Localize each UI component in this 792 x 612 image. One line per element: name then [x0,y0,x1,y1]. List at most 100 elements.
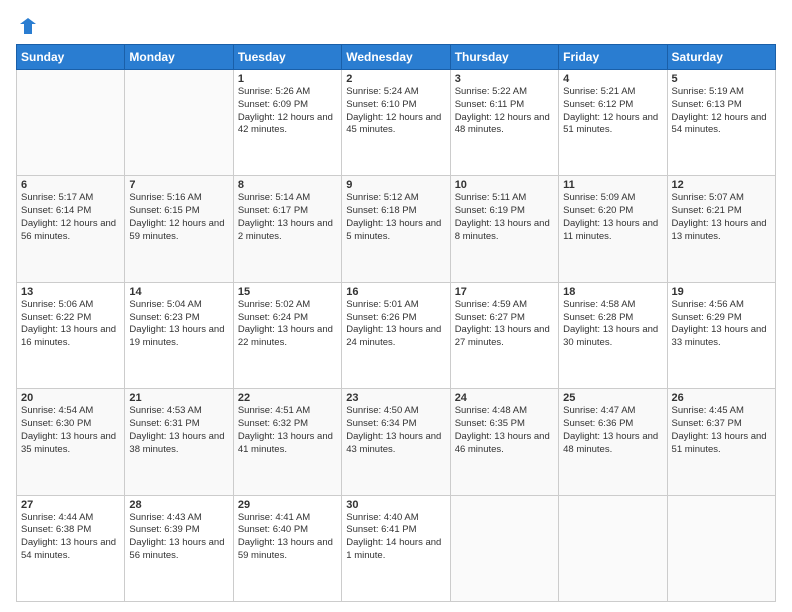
day-number: 21 [129,392,228,404]
calendar-cell: 1Sunrise: 5:26 AM Sunset: 6:09 PM Daylig… [233,70,341,176]
calendar-cell: 11Sunrise: 5:09 AM Sunset: 6:20 PM Dayli… [559,176,667,282]
calendar-cell: 26Sunrise: 4:45 AM Sunset: 6:37 PM Dayli… [667,389,775,495]
day-info: Sunrise: 5:19 AM Sunset: 6:13 PM Dayligh… [672,86,771,137]
calendar-cell: 18Sunrise: 4:58 AM Sunset: 6:28 PM Dayli… [559,282,667,388]
day-info: Sunrise: 5:24 AM Sunset: 6:10 PM Dayligh… [346,86,445,137]
calendar-cell: 16Sunrise: 5:01 AM Sunset: 6:26 PM Dayli… [342,282,450,388]
calendar-cell [17,70,125,176]
day-number: 11 [563,179,662,191]
calendar-week-2: 13Sunrise: 5:06 AM Sunset: 6:22 PM Dayli… [17,282,776,388]
day-number: 27 [21,499,120,511]
day-info: Sunrise: 4:54 AM Sunset: 6:30 PM Dayligh… [21,405,120,456]
col-header-thursday: Thursday [450,45,558,70]
calendar-cell [559,495,667,601]
calendar-header-row: SundayMondayTuesdayWednesdayThursdayFrid… [17,45,776,70]
calendar-cell: 20Sunrise: 4:54 AM Sunset: 6:30 PM Dayli… [17,389,125,495]
day-info: Sunrise: 4:43 AM Sunset: 6:39 PM Dayligh… [129,512,228,563]
day-number: 7 [129,179,228,191]
day-info: Sunrise: 5:09 AM Sunset: 6:20 PM Dayligh… [563,192,662,243]
day-info: Sunrise: 5:12 AM Sunset: 6:18 PM Dayligh… [346,192,445,243]
day-number: 17 [455,286,554,298]
calendar-week-3: 20Sunrise: 4:54 AM Sunset: 6:30 PM Dayli… [17,389,776,495]
day-info: Sunrise: 4:51 AM Sunset: 6:32 PM Dayligh… [238,405,337,456]
col-header-friday: Friday [559,45,667,70]
day-info: Sunrise: 4:50 AM Sunset: 6:34 PM Dayligh… [346,405,445,456]
day-number: 1 [238,73,337,85]
calendar-cell: 5Sunrise: 5:19 AM Sunset: 6:13 PM Daylig… [667,70,775,176]
day-number: 30 [346,499,445,511]
day-number: 26 [672,392,771,404]
calendar-cell: 8Sunrise: 5:14 AM Sunset: 6:17 PM Daylig… [233,176,341,282]
col-header-wednesday: Wednesday [342,45,450,70]
day-number: 25 [563,392,662,404]
day-info: Sunrise: 4:56 AM Sunset: 6:29 PM Dayligh… [672,299,771,350]
day-number: 15 [238,286,337,298]
day-info: Sunrise: 4:58 AM Sunset: 6:28 PM Dayligh… [563,299,662,350]
day-number: 23 [346,392,445,404]
day-info: Sunrise: 4:59 AM Sunset: 6:27 PM Dayligh… [455,299,554,350]
day-info: Sunrise: 5:16 AM Sunset: 6:15 PM Dayligh… [129,192,228,243]
calendar-cell: 17Sunrise: 4:59 AM Sunset: 6:27 PM Dayli… [450,282,558,388]
day-number: 6 [21,179,120,191]
day-number: 9 [346,179,445,191]
day-number: 14 [129,286,228,298]
logo-flag-icon [18,16,38,36]
day-number: 18 [563,286,662,298]
calendar-cell: 9Sunrise: 5:12 AM Sunset: 6:18 PM Daylig… [342,176,450,282]
calendar-cell: 15Sunrise: 5:02 AM Sunset: 6:24 PM Dayli… [233,282,341,388]
day-info: Sunrise: 5:04 AM Sunset: 6:23 PM Dayligh… [129,299,228,350]
day-info: Sunrise: 4:47 AM Sunset: 6:36 PM Dayligh… [563,405,662,456]
calendar-cell: 10Sunrise: 5:11 AM Sunset: 6:19 PM Dayli… [450,176,558,282]
day-number: 16 [346,286,445,298]
calendar-cell: 28Sunrise: 4:43 AM Sunset: 6:39 PM Dayli… [125,495,233,601]
logo [16,16,38,36]
day-number: 28 [129,499,228,511]
day-number: 3 [455,73,554,85]
day-number: 4 [563,73,662,85]
day-number: 13 [21,286,120,298]
calendar-cell: 21Sunrise: 4:53 AM Sunset: 6:31 PM Dayli… [125,389,233,495]
calendar-cell: 14Sunrise: 5:04 AM Sunset: 6:23 PM Dayli… [125,282,233,388]
calendar-cell: 12Sunrise: 5:07 AM Sunset: 6:21 PM Dayli… [667,176,775,282]
day-info: Sunrise: 4:45 AM Sunset: 6:37 PM Dayligh… [672,405,771,456]
calendar-cell: 3Sunrise: 5:22 AM Sunset: 6:11 PM Daylig… [450,70,558,176]
col-header-monday: Monday [125,45,233,70]
day-number: 22 [238,392,337,404]
calendar-week-1: 6Sunrise: 5:17 AM Sunset: 6:14 PM Daylig… [17,176,776,282]
calendar-cell: 30Sunrise: 4:40 AM Sunset: 6:41 PM Dayli… [342,495,450,601]
calendar-table: SundayMondayTuesdayWednesdayThursdayFrid… [16,44,776,602]
day-info: Sunrise: 5:07 AM Sunset: 6:21 PM Dayligh… [672,192,771,243]
day-number: 5 [672,73,771,85]
day-info: Sunrise: 4:53 AM Sunset: 6:31 PM Dayligh… [129,405,228,456]
day-info: Sunrise: 4:41 AM Sunset: 6:40 PM Dayligh… [238,512,337,563]
day-info: Sunrise: 4:44 AM Sunset: 6:38 PM Dayligh… [21,512,120,563]
day-number: 20 [21,392,120,404]
calendar-cell: 13Sunrise: 5:06 AM Sunset: 6:22 PM Dayli… [17,282,125,388]
page: SundayMondayTuesdayWednesdayThursdayFrid… [0,0,792,612]
day-info: Sunrise: 5:14 AM Sunset: 6:17 PM Dayligh… [238,192,337,243]
col-header-tuesday: Tuesday [233,45,341,70]
day-number: 19 [672,286,771,298]
day-info: Sunrise: 5:26 AM Sunset: 6:09 PM Dayligh… [238,86,337,137]
day-info: Sunrise: 4:48 AM Sunset: 6:35 PM Dayligh… [455,405,554,456]
col-header-sunday: Sunday [17,45,125,70]
calendar-cell: 19Sunrise: 4:56 AM Sunset: 6:29 PM Dayli… [667,282,775,388]
day-info: Sunrise: 5:11 AM Sunset: 6:19 PM Dayligh… [455,192,554,243]
calendar-cell: 23Sunrise: 4:50 AM Sunset: 6:34 PM Dayli… [342,389,450,495]
day-number: 24 [455,392,554,404]
day-info: Sunrise: 5:22 AM Sunset: 6:11 PM Dayligh… [455,86,554,137]
calendar-cell: 2Sunrise: 5:24 AM Sunset: 6:10 PM Daylig… [342,70,450,176]
calendar-cell [450,495,558,601]
calendar-cell: 4Sunrise: 5:21 AM Sunset: 6:12 PM Daylig… [559,70,667,176]
day-info: Sunrise: 5:17 AM Sunset: 6:14 PM Dayligh… [21,192,120,243]
header [16,16,776,36]
calendar-cell: 6Sunrise: 5:17 AM Sunset: 6:14 PM Daylig… [17,176,125,282]
calendar-cell: 29Sunrise: 4:41 AM Sunset: 6:40 PM Dayli… [233,495,341,601]
day-number: 29 [238,499,337,511]
day-info: Sunrise: 5:02 AM Sunset: 6:24 PM Dayligh… [238,299,337,350]
calendar-cell: 7Sunrise: 5:16 AM Sunset: 6:15 PM Daylig… [125,176,233,282]
day-number: 8 [238,179,337,191]
day-number: 12 [672,179,771,191]
calendar-cell [125,70,233,176]
day-info: Sunrise: 5:01 AM Sunset: 6:26 PM Dayligh… [346,299,445,350]
